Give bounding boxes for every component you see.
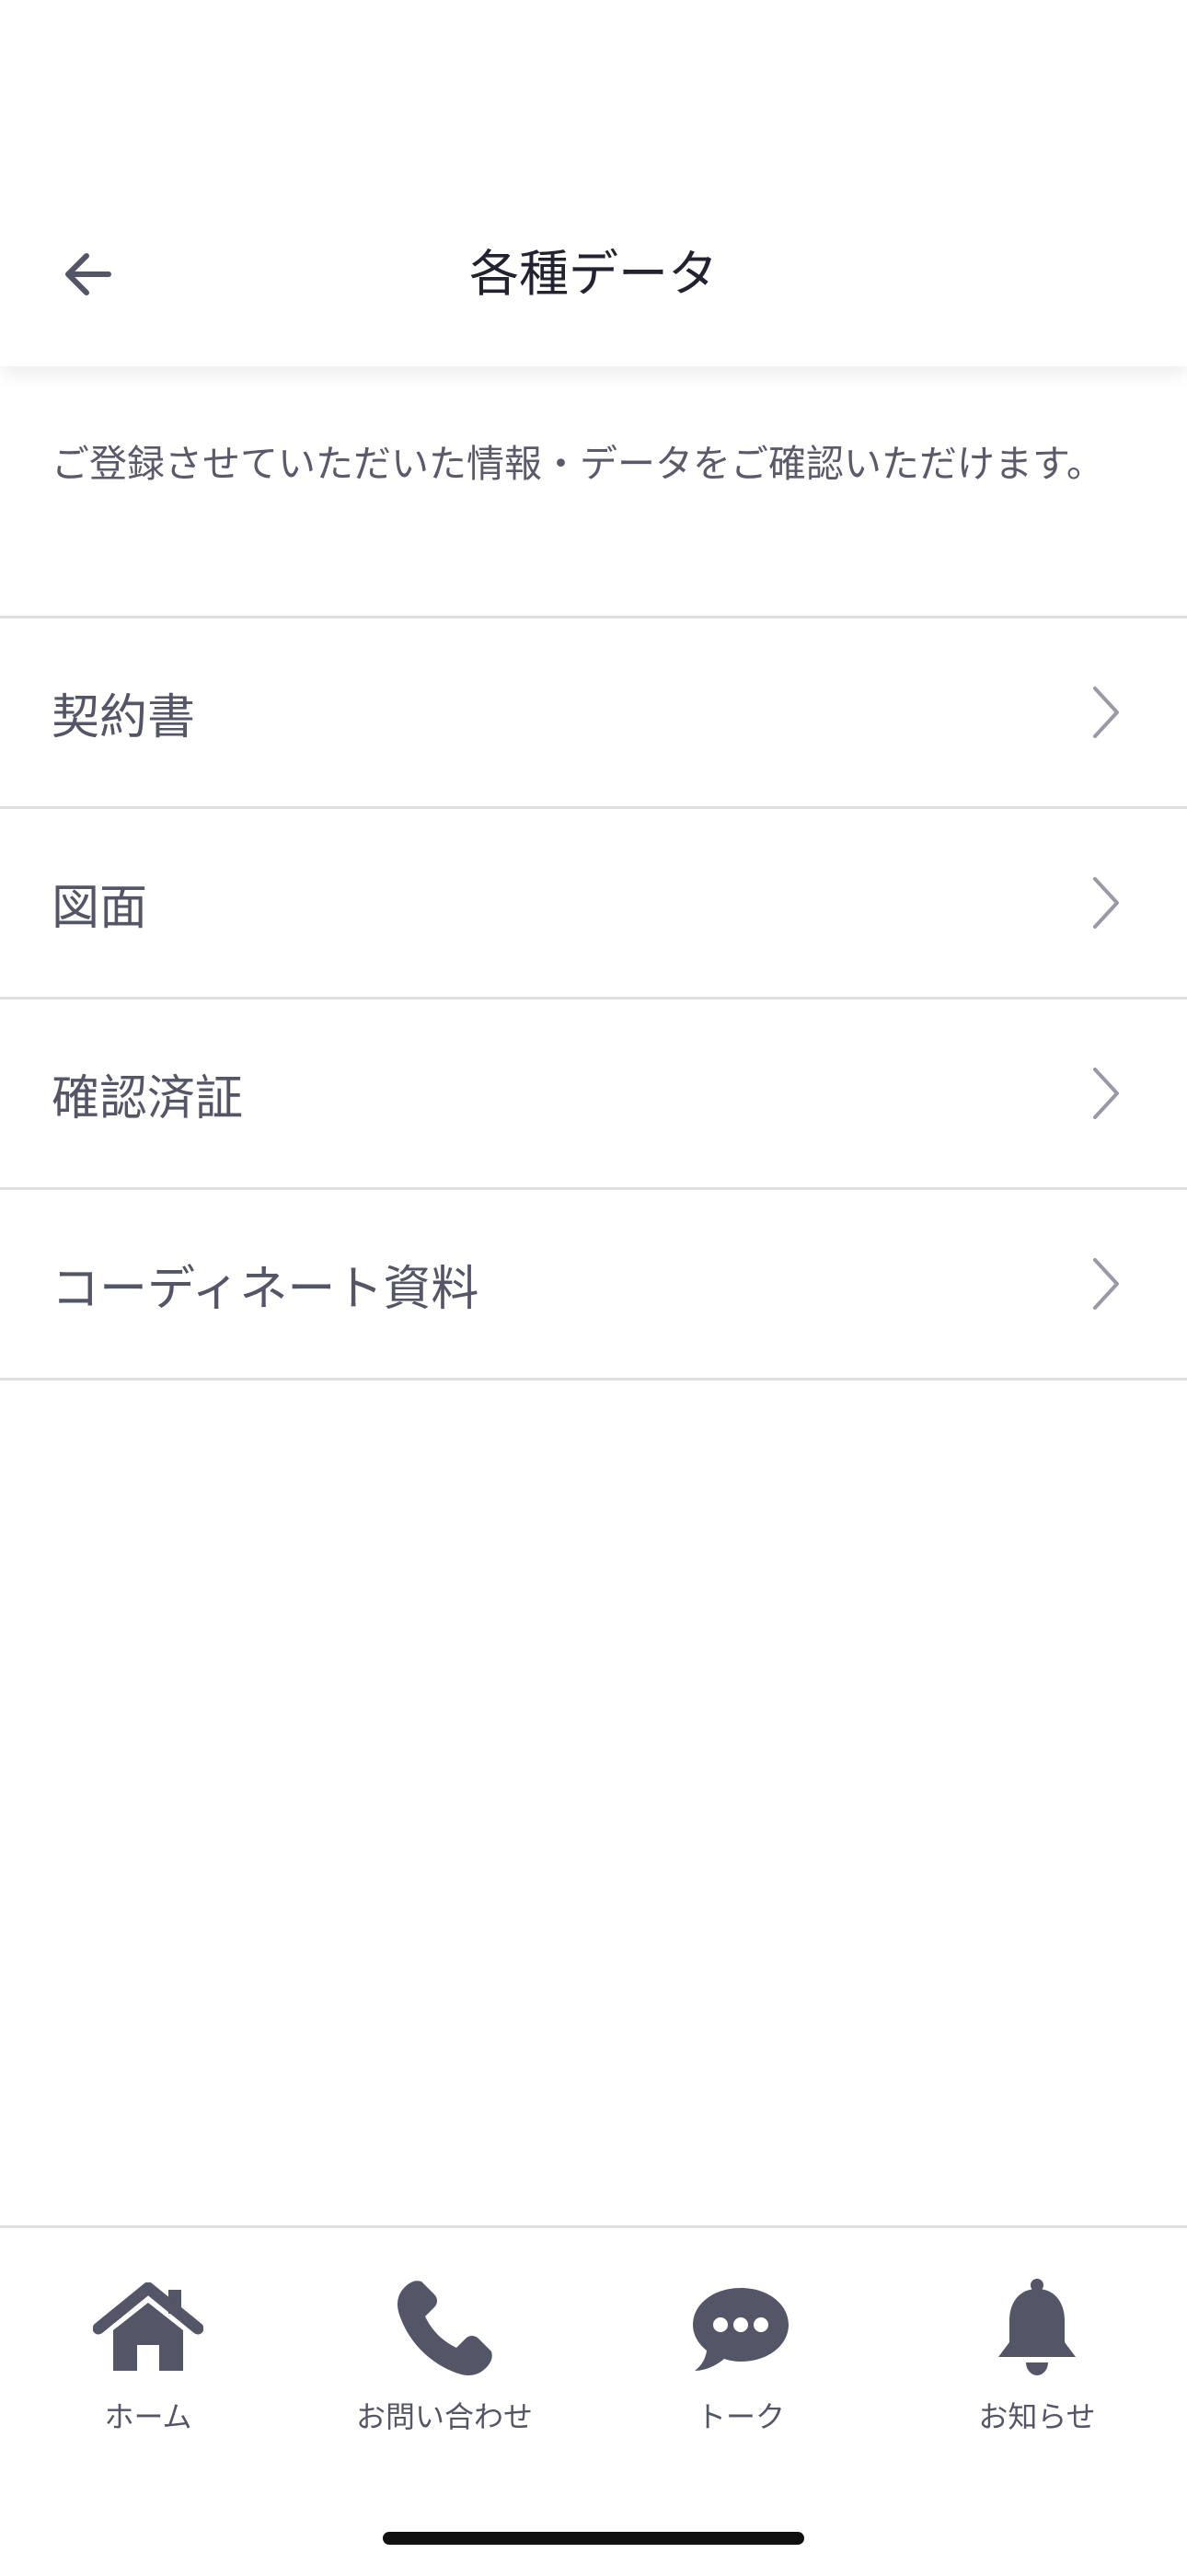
menu-item-label: 図面	[52, 880, 148, 936]
data-menu-list: 契約書 図面 確認済証 コーディネート資料	[0, 616, 1187, 1380]
menu-item-certificate[interactable]: 確認済証	[0, 999, 1187, 1190]
bell-icon	[998, 2279, 1076, 2375]
home-indicator	[383, 2532, 804, 2545]
phone-icon	[398, 2281, 492, 2375]
bottom-tab-bar: ホーム お問い合わせ トーク お知らせ	[0, 2225, 1187, 2576]
home-icon	[93, 2282, 203, 2371]
tab-talk[interactable]: トーク	[593, 2278, 889, 2453]
tab-contact[interactable]: お問い合わせ	[296, 2278, 593, 2453]
chat-bubble-icon	[693, 2288, 789, 2371]
intro-text: ご登録させていただいた情報・データをご確認いただけます。	[52, 442, 1104, 486]
tab-label: トーク	[696, 2399, 785, 2434]
chevron-right-icon	[1093, 687, 1119, 738]
chevron-right-icon	[1093, 877, 1119, 929]
chevron-right-icon	[1093, 1258, 1119, 1310]
menu-item-coordinate-docs[interactable]: コーディネート資料	[0, 1190, 1187, 1380]
tab-label: お問い合わせ	[355, 2399, 533, 2434]
tab-label: お知らせ	[978, 2399, 1096, 2434]
app-header: 各種データ	[0, 0, 1187, 366]
menu-item-label: コーディネート資料	[52, 1261, 479, 1317]
chevron-right-icon	[1093, 1068, 1119, 1119]
menu-item-drawings[interactable]: 図面	[0, 809, 1187, 999]
page-title: 各種データ	[469, 245, 718, 303]
tab-home[interactable]: ホーム	[0, 2278, 296, 2453]
tab-notifications[interactable]: お知らせ	[889, 2278, 1185, 2453]
menu-item-contract[interactable]: 契約書	[0, 618, 1187, 809]
tab-label: ホーム	[104, 2399, 192, 2434]
menu-item-label: 契約書	[52, 689, 196, 745]
menu-item-label: 確認済証	[52, 1070, 244, 1126]
